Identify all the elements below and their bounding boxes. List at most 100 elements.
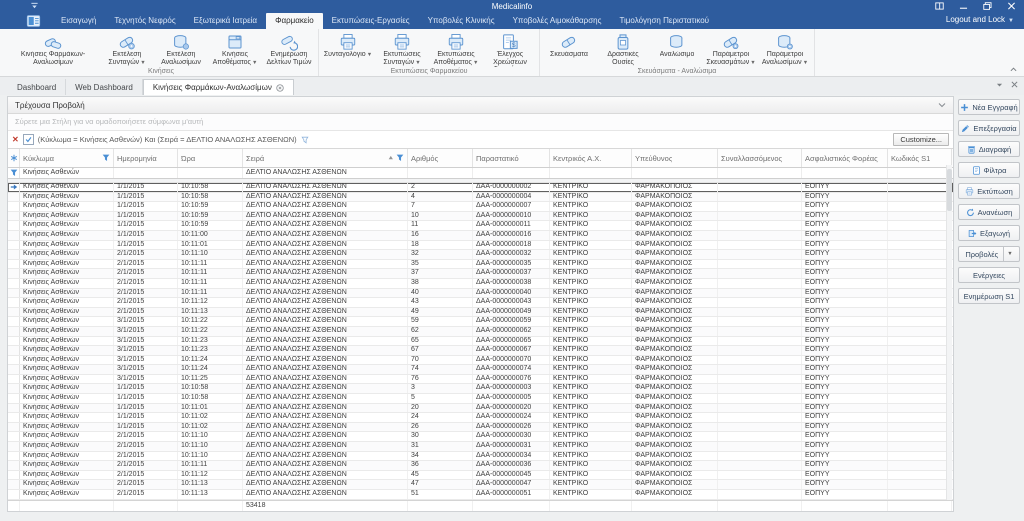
- grid-row[interactable]: Κινήσεις Ασθενών2/1/201510:11:11ΔΕΛΤΙΟ Α…: [8, 289, 953, 299]
- grid-row[interactable]: Κινήσεις Ασθενών2/1/201510:11:11ΔΕΛΤΙΟ Α…: [8, 279, 953, 289]
- grid-row[interactable]: Κινήσεις Ασθενών1/1/201510:10:58ΔΕΛΤΙΟ Α…: [8, 384, 953, 394]
- grid-column-header[interactable]: Αριθμός: [408, 149, 473, 167]
- grid-row[interactable]: Κινήσεις Ασθενών3/1/201510:11:24ΔΕΛΤΙΟ Α…: [8, 365, 953, 375]
- view-collapse-icon[interactable]: [938, 102, 946, 108]
- tab-web-dashboard[interactable]: Web Dashboard: [66, 79, 143, 96]
- auto-filter-cell[interactable]: [473, 168, 550, 178]
- close-tab-icon[interactable]: [276, 84, 284, 92]
- grid-row[interactable]: Κινήσεις Ασθενών2/1/201510:11:10ΔΕΛΤΙΟ Α…: [8, 442, 953, 452]
- consumable-button[interactable]: Αναλώσιμο: [650, 30, 704, 67]
- grid-row[interactable]: Κινήσεις Ασθενών2/1/201510:11:10ΔΕΛΤΙΟ Α…: [8, 250, 953, 260]
- ribbon-tab[interactable]: Εισαγωγή: [52, 13, 105, 29]
- check-drug-charges-button[interactable]: $Έλεγχος Χρεώσεων Φαρμάκων: [483, 30, 537, 67]
- grid-row[interactable]: Κινήσεις Ασθενών2/1/201510:11:13ΔΕΛΤΙΟ Α…: [8, 490, 953, 500]
- actions-button[interactable]: Ενέργειες: [958, 267, 1020, 283]
- grid-column-header[interactable]: Σειρά: [243, 149, 408, 167]
- update-s1-button[interactable]: Ενημέρωση S1: [958, 288, 1020, 304]
- delete-button[interactable]: Διαγραφή: [958, 141, 1020, 157]
- grid-row[interactable]: Κινήσεις Ασθενών2/1/201510:11:10ΔΕΛΤΙΟ Α…: [8, 452, 953, 462]
- grid-column-header[interactable]: Ώρα: [178, 149, 243, 167]
- ribbon-tab[interactable]: Τιμολόγηση Περιστατικού: [610, 13, 718, 29]
- views-button[interactable]: Προβολές▼: [958, 246, 1020, 262]
- grid-row[interactable]: Κινήσεις Ασθενών3/1/201510:11:24ΔΕΛΤΙΟ Α…: [8, 356, 953, 366]
- scrollbar-thumb[interactable]: [947, 169, 952, 211]
- row-indicator-header[interactable]: [8, 149, 20, 167]
- grid-row[interactable]: Κινήσεις Ασθενών1/1/201510:11:01ΔΕΛΤΙΟ Α…: [8, 404, 953, 414]
- grid-row[interactable]: Κινήσεις Ασθενών1/1/201510:10:58ΔΕΛΤΙΟ Α…: [8, 193, 953, 203]
- ribbon-tab[interactable]: Εκτυπώσεις-Εργασίες: [323, 13, 419, 29]
- grid-row[interactable]: Κινήσεις Ασθενών3/1/201510:11:25ΔΕΛΤΙΟ Α…: [8, 375, 953, 385]
- auto-filter-cell[interactable]: [632, 168, 718, 178]
- grid-column-header[interactable]: Κύκλωμα: [20, 149, 114, 167]
- chevron-down-icon[interactable]: ▼: [1003, 247, 1012, 261]
- grid-row[interactable]: Κινήσεις Ασθενών2/1/201510:11:12ΔΕΛΤΙΟ Α…: [8, 298, 953, 308]
- remove-filter-icon[interactable]: ✕: [12, 135, 19, 145]
- edit-button[interactable]: Επεξεργασία: [958, 120, 1020, 136]
- stock-movements-button[interactable]: Κινήσεις Αποθέματος▼: [208, 30, 262, 67]
- grid-column-header[interactable]: Συναλλασσόμενος: [718, 149, 802, 167]
- auto-filter-cell[interactable]: [114, 168, 178, 178]
- app-menu-icon[interactable]: [26, 15, 41, 27]
- tab-list-dropdown-icon[interactable]: [996, 82, 1003, 88]
- grid-row[interactable]: Κινήσεις Ασθενών2/1/201510:11:11ΔΕΛΤΙΟ Α…: [8, 260, 953, 270]
- group-by-box[interactable]: Σύρετε μια Στήλη για να ομαδοποιήσετε σύ…: [8, 114, 953, 131]
- grid-column-header[interactable]: Υπεύθυνος: [632, 149, 718, 167]
- auto-filter-cell[interactable]: [802, 168, 888, 178]
- grid-row[interactable]: Κινήσεις Ασθενών3/1/201510:11:23ΔΕΛΤΙΟ Α…: [8, 346, 953, 356]
- print-prescriptions-button[interactable]: Εκτυπώσεις Συνταγών▼: [375, 30, 429, 67]
- grid-row[interactable]: Κινήσεις Ασθενών1/1/201510:10:59ΔΕΛΤΙΟ Α…: [8, 202, 953, 212]
- print-stock-button[interactable]: Εκτυπώσεις Αποθέματος▼: [429, 30, 483, 67]
- auto-filter-cell[interactable]: [408, 168, 473, 178]
- vertical-scrollbar[interactable]: [946, 165, 952, 500]
- grid-row[interactable]: Κινήσεις Ασθενών2/1/201510:11:10ΔΕΛΤΙΟ Α…: [8, 432, 953, 442]
- new-record-button[interactable]: Νέα Εγγραφή: [958, 99, 1020, 115]
- export-button[interactable]: Εξαγωγή: [958, 225, 1020, 241]
- grid-row[interactable]: Κινήσεις Ασθενών2/1/201510:11:11ΔΕΛΤΙΟ Α…: [8, 461, 953, 471]
- compound-params-button[interactable]: Παράμετροι Σκευασμάτων▼: [704, 30, 758, 67]
- grid-row[interactable]: Κινήσεις Ασθενών1/1/201510:11:02ΔΕΛΤΙΟ Α…: [8, 423, 953, 433]
- prescription-book-button[interactable]: Συνταγολόγιο▼: [321, 30, 375, 67]
- grid-auto-filter-row[interactable]: Κινήσεις Ασθενών ΔΕΛΤΙΟ ΑΝΑΛΩΣΗΣ ΑΣΘΕΝΩΝ: [8, 168, 953, 179]
- grid-column-header[interactable]: Ημερομηνία: [114, 149, 178, 167]
- grid-column-header[interactable]: Ασφαλιστικός Φορέας: [802, 149, 888, 167]
- refresh-button[interactable]: Ανανέωση: [958, 204, 1020, 220]
- auto-filter-cell[interactable]: Κινήσεις Ασθενών: [20, 168, 114, 178]
- close-tab-group-icon[interactable]: [1011, 81, 1018, 88]
- tab-dashboard[interactable]: Dashboard: [8, 79, 66, 96]
- ribbon-tab[interactable]: Υποβολές Αιμοκάθαρσης: [504, 13, 611, 29]
- execute-consumables-button[interactable]: Εκτέλεση Αναλωσίμων: [154, 30, 208, 67]
- customize-button[interactable]: Customize...: [893, 133, 949, 146]
- grid-row[interactable]: Κινήσεις Ασθενών2/1/201510:11:13ΔΕΛΤΙΟ Α…: [8, 480, 953, 490]
- grid-row[interactable]: Κινήσεις Ασθενών1/1/201510:11:01ΔΕΛΤΙΟ Α…: [8, 241, 953, 251]
- grid-row[interactable]: Κινήσεις Ασθενών1/1/201510:10:58ΔΕΛΤΙΟ Α…: [8, 183, 953, 193]
- grid-column-header[interactable]: Παραστατικό: [473, 149, 550, 167]
- auto-filter-cell[interactable]: [178, 168, 243, 178]
- grid-row[interactable]: Κινήσεις Ασθενών2/1/201510:11:12ΔΕΛΤΙΟ Α…: [8, 471, 953, 481]
- pharm-consumable-movements-button[interactable]: Κινήσεις Φαρμάκων-Αναλωσίμων: [6, 30, 100, 67]
- logout-button[interactable]: Logout and Lock▼: [946, 12, 1024, 29]
- minimize-icon[interactable]: [959, 2, 968, 10]
- dock-window-icon[interactable]: [935, 2, 944, 10]
- grid-column-header[interactable]: Κεντρικός Α.Χ.: [550, 149, 632, 167]
- ribbon-tab[interactable]: Υποβολές Κλινικής: [419, 13, 504, 29]
- ribbon-collapse-icon[interactable]: [1009, 66, 1018, 73]
- restore-icon[interactable]: [983, 2, 992, 10]
- filters-button[interactable]: Φίλτρα: [958, 162, 1020, 178]
- grid-row[interactable]: Κινήσεις Ασθενών1/1/201510:10:59ΔΕΛΤΙΟ Α…: [8, 221, 953, 231]
- grid-row[interactable]: Κινήσεις Ασθενών1/1/201510:10:58ΔΕΛΤΙΟ Α…: [8, 394, 953, 404]
- ribbon-tab[interactable]: Φαρμακείο: [266, 13, 323, 29]
- filter-enabled-checkbox[interactable]: [23, 134, 34, 145]
- ribbon-tab[interactable]: Εξωτερικά Ιατρεία: [185, 13, 266, 29]
- grid-column-header[interactable]: Κωδικός S1: [888, 149, 952, 167]
- auto-filter-cell[interactable]: ΔΕΛΤΙΟ ΑΝΑΛΩΣΗΣ ΑΣΘΕΝΩΝ: [243, 168, 408, 178]
- auto-filter-cell[interactable]: [550, 168, 632, 178]
- print-button[interactable]: Εκτύπωση: [958, 183, 1020, 199]
- grid-row[interactable]: Κινήσεις Ασθενών1/1/201510:11:02ΔΕΛΤΙΟ Α…: [8, 413, 953, 423]
- grid-row[interactable]: Κινήσεις Ασθενών3/1/201510:11:22ΔΕΛΤΙΟ Α…: [8, 327, 953, 337]
- auto-filter-cell[interactable]: [888, 168, 952, 178]
- grid-row[interactable]: Κινήσεις Ασθενών1/1/201510:10:59ΔΕΛΤΙΟ Α…: [8, 212, 953, 222]
- execute-prescriptions-button[interactable]: Εκτέλεση Συνταγών▼: [100, 30, 154, 67]
- ribbon-tab[interactable]: Τεχνητός Νεφρός: [105, 13, 184, 29]
- grid-row[interactable]: Κινήσεις Ασθενών3/1/201510:11:23ΔΕΛΤΙΟ Α…: [8, 337, 953, 347]
- grid-row[interactable]: Κινήσεις Ασθενών2/1/201510:11:13ΔΕΛΤΙΟ Α…: [8, 308, 953, 318]
